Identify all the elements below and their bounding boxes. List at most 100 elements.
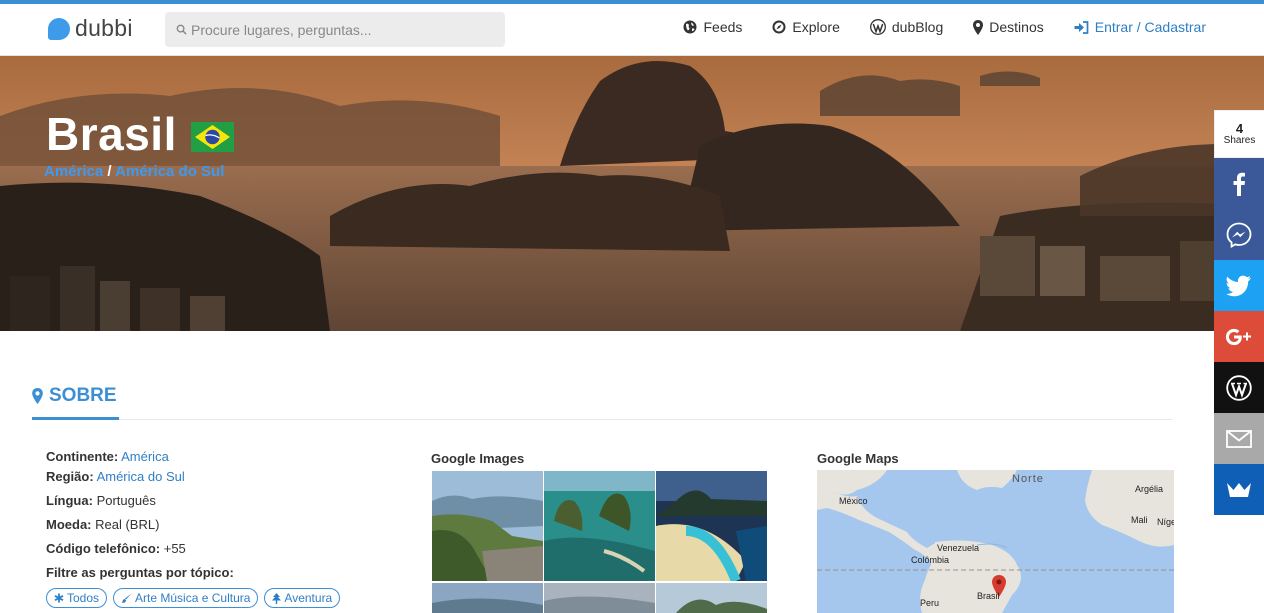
google-map[interactable]: Norte México Argélia Mali Níger Venezuel… (817, 470, 1174, 613)
map-label-norte: Norte (1012, 473, 1044, 485)
fact-moeda-value: Real (BRL) (95, 517, 160, 532)
breadcrumb-america[interactable]: América (44, 163, 103, 180)
sign-in-icon (1074, 20, 1089, 34)
tag-aventura[interactable]: Aventura (264, 588, 341, 608)
section-divider (32, 419, 1172, 420)
share-messenger-button[interactable] (1214, 209, 1264, 260)
sobre-underline (32, 417, 119, 420)
wordpress-icon (869, 19, 886, 35)
share-facebook-button[interactable] (1214, 158, 1264, 209)
country-facts: Continente: América Região: América do S… (46, 447, 234, 587)
header: dubbi Feeds Explore dubBlog Destinos Ent… (0, 4, 1264, 56)
map-marker-icon (32, 388, 43, 404)
crown-icon (1227, 482, 1251, 497)
nav-destinos[interactable]: Destinos (973, 19, 1044, 35)
hero-banner: Brasil América / América do Sul (0, 56, 1264, 331)
facebook-icon (1233, 172, 1245, 196)
tag-todos[interactable]: Todos (46, 588, 108, 608)
share-sidebar: 4 Shares (1214, 110, 1264, 515)
share-email-button[interactable] (1214, 413, 1264, 464)
fact-regiao-label: Região: (46, 469, 94, 484)
fact-codigo: Código telefônico: +55 (46, 539, 234, 563)
fact-lingua: Língua: Português (46, 491, 234, 515)
logo-text: dubbi (75, 15, 133, 41)
map-label-mexico: México (839, 496, 868, 506)
rio-landscape-image (0, 56, 1264, 331)
logo-bubble-icon (48, 17, 70, 40)
map-label-colombia: Colômbia (911, 555, 950, 565)
fact-lingua-label: Língua: (46, 493, 93, 508)
fact-regiao-link[interactable]: América do Sul (97, 469, 185, 484)
page-title: Brasil (46, 108, 177, 160)
nav-feeds-label: Feeds (703, 19, 743, 35)
sobre-heading: SOBRE (32, 385, 117, 407)
main-nav: Feeds Explore dubBlog Destinos Entrar / … (683, 19, 1206, 35)
nav-login[interactable]: Entrar / Cadastrar (1074, 19, 1206, 35)
map-label-venezuela: Venezuela (937, 543, 980, 553)
compass-icon (772, 20, 786, 34)
country-title: Brasil (46, 107, 234, 161)
nav-login-label: Entrar / Cadastrar (1094, 19, 1206, 35)
google-images-title: Google Images (431, 451, 525, 466)
google-image-3[interactable] (656, 471, 767, 581)
paintbrush-icon (122, 593, 132, 603)
map-label-mali: Mali (1131, 515, 1148, 525)
share-count-label: Shares (1223, 135, 1256, 146)
tree-icon (272, 592, 282, 604)
google-image-4[interactable] (432, 583, 543, 613)
asterisk-icon (54, 593, 64, 603)
breadcrumb-america-do-sul[interactable]: América do Sul (115, 163, 224, 180)
map-label-brasil: Brasil (977, 591, 1000, 601)
filter-topics-label: Filtre as perguntas por tópico: (46, 565, 234, 580)
google-image-1[interactable] (432, 471, 543, 581)
fact-continente: Continente: América (46, 447, 234, 467)
tag-aventura-label: Aventura (284, 591, 333, 605)
tag-arte[interactable]: Arte Música e Cultura (113, 588, 259, 608)
wordpress-share-icon (1226, 374, 1252, 401)
fact-moeda-label: Moeda: (46, 517, 92, 532)
messenger-icon (1226, 222, 1252, 248)
nav-dubblog-label: dubBlog (891, 19, 944, 35)
share-count: 4 Shares (1214, 110, 1264, 158)
tag-todos-label: Todos (67, 591, 100, 605)
share-google-plus-button[interactable] (1214, 311, 1264, 362)
google-image-5[interactable] (544, 583, 655, 613)
fact-moeda: Moeda: Real (BRL) (46, 515, 234, 539)
map-pin-icon (973, 19, 984, 35)
map-label-niger: Níger (1157, 517, 1174, 527)
fact-lingua-value: Português (96, 493, 156, 508)
fact-continente-link[interactable]: América (121, 449, 169, 464)
sobre-heading-label: SOBRE (49, 385, 117, 406)
tag-arte-label: Arte Música e Cultura (135, 591, 251, 605)
google-image-2[interactable] (544, 471, 655, 581)
map-label-peru: Peru (920, 598, 940, 608)
nav-explore[interactable]: Explore (772, 19, 840, 35)
breadcrumb: América / América do Sul (44, 163, 224, 180)
google-plus-icon (1225, 328, 1251, 345)
globe-icon (683, 20, 697, 34)
share-count-number: 4 (1235, 121, 1244, 136)
google-image-6[interactable] (656, 583, 767, 613)
share-twitter-button[interactable] (1214, 260, 1264, 311)
fact-filtre: Filtre as perguntas por tópico: (46, 563, 234, 587)
nav-dubblog[interactable]: dubBlog (869, 19, 944, 35)
nav-feeds[interactable]: Feeds (683, 19, 742, 35)
nav-explore-label: Explore (792, 19, 840, 35)
fact-codigo-label: Código telefônico: (46, 541, 161, 556)
fact-continente-label: Continente: (46, 449, 119, 464)
fact-regiao: Região: América do Sul (46, 467, 234, 491)
logo[interactable]: dubbi (48, 15, 133, 42)
share-sumo-button[interactable] (1214, 464, 1264, 515)
search-icon (176, 24, 187, 35)
fact-codigo-value: +55 (163, 541, 186, 556)
email-icon (1226, 429, 1252, 448)
topic-tags: Todos Arte Música e Cultura Aventura (46, 588, 341, 608)
google-maps-title: Google Maps (817, 451, 899, 466)
twitter-icon (1226, 275, 1251, 296)
share-wordpress-button[interactable] (1214, 362, 1264, 413)
breadcrumb-separator: / (107, 163, 112, 180)
map-label-argelia: Argélia (1135, 484, 1164, 494)
nav-destinos-label: Destinos (989, 19, 1044, 35)
search-input[interactable] (165, 12, 505, 47)
brazil-flag-icon (190, 122, 234, 152)
